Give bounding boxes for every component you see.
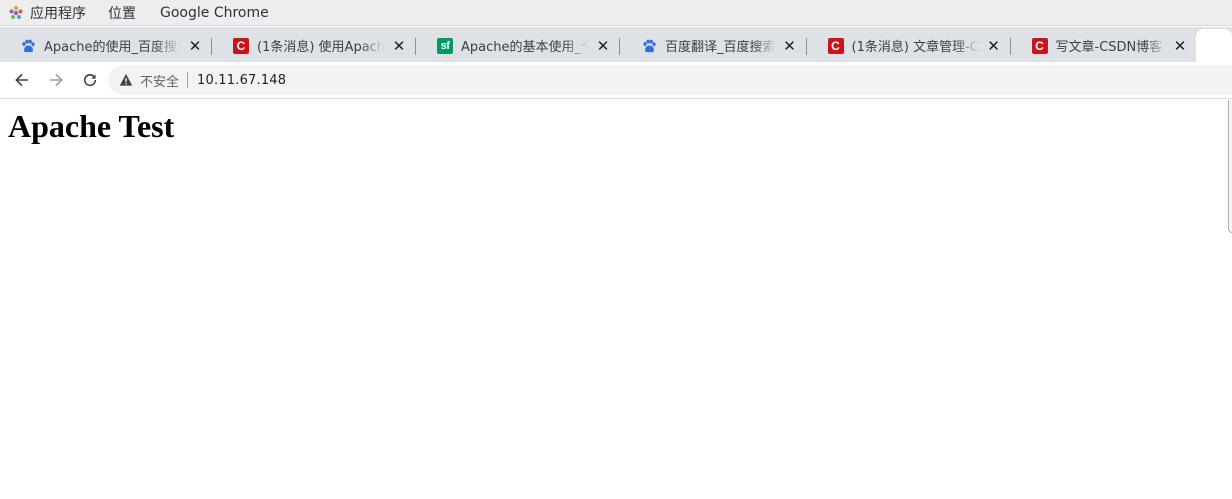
tab-csdn-write-article[interactable]: C 写文章-CSDN博客 ✕: [1009, 29, 1197, 62]
side-panel-edge: [1228, 100, 1232, 233]
active-app-menu[interactable]: Google Chrome: [146, 0, 279, 26]
tab-title: 写文章-CSDN博客: [1055, 40, 1163, 55]
csdn-icon: C: [233, 37, 249, 54]
tab-strip: Apache的使用_百度搜索 ✕ C (1条消息) 使用Apache服务 ✕ s…: [0, 27, 1232, 62]
tab-csdn-apache-service[interactable]: C (1条消息) 使用Apache服务 ✕: [211, 29, 415, 62]
reload-icon: [83, 73, 97, 87]
tab-close-icon[interactable]: ✕: [391, 37, 407, 55]
active-app-label: Google Chrome: [160, 4, 269, 21]
arrow-right-icon: [50, 73, 63, 87]
warning-triangle-icon[interactable]: [118, 72, 134, 88]
tab-baidu-translate[interactable]: 百度翻译_百度搜索 ✕: [619, 29, 806, 62]
forward-button[interactable]: [42, 66, 70, 94]
applications-label: 应用程序: [30, 5, 86, 22]
tab-title: Apache的基本使用_个人文章: [461, 40, 589, 55]
tab-close-icon[interactable]: ✕: [782, 37, 798, 55]
segmentfault-icon: sf: [437, 37, 453, 54]
reload-button[interactable]: [76, 66, 104, 94]
applications-icon: [8, 5, 24, 21]
tab-title: Apache的使用_百度搜索: [44, 40, 181, 55]
csdn-icon: C: [1031, 37, 1048, 54]
baidu-paw-icon: [641, 38, 657, 54]
places-label: 位置: [108, 5, 136, 22]
tab-close-icon[interactable]: ✕: [187, 37, 203, 55]
baidu-paw-icon: [20, 38, 36, 54]
page-heading: Apache Test: [8, 108, 175, 144]
places-menu[interactable]: 位置: [96, 0, 146, 26]
tab-csdn-article-manage[interactable]: C (1条消息) 文章管理-CSDN ✕: [805, 29, 1010, 62]
tab-active-current[interactable]: [1196, 29, 1232, 62]
tab-close-icon[interactable]: ✕: [1172, 37, 1188, 55]
tab-title: 百度翻译_百度搜索: [665, 40, 776, 55]
tab-title: (1条消息) 使用Apache服务: [257, 40, 385, 55]
page-content: Apache Test: [0, 100, 1232, 499]
browser-toolbar: 不安全 10.11.67.148: [0, 62, 1232, 99]
url-text[interactable]: 10.11.67.148: [197, 73, 286, 88]
system-top-bar: 应用程序 位置 Google Chrome: [0, 0, 1232, 26]
security-status-label[interactable]: 不安全: [140, 71, 179, 90]
omnibox-divider: [187, 72, 189, 88]
tab-apache-basic-sf[interactable]: sf Apache的基本使用_个人文章 ✕: [415, 29, 619, 62]
tab-title: (1条消息) 文章管理-CSDN: [851, 40, 980, 55]
tab-apache-usage-baidu[interactable]: Apache的使用_百度搜索 ✕: [0, 29, 211, 62]
arrow-left-icon: [15, 73, 28, 87]
address-bar[interactable]: 不安全 10.11.67.148: [108, 65, 1232, 95]
tab-close-icon[interactable]: ✕: [595, 37, 611, 55]
back-button[interactable]: [8, 66, 36, 94]
applications-menu[interactable]: 应用程序: [0, 0, 96, 26]
tab-close-icon[interactable]: ✕: [986, 37, 1002, 55]
csdn-icon: C: [827, 37, 844, 54]
